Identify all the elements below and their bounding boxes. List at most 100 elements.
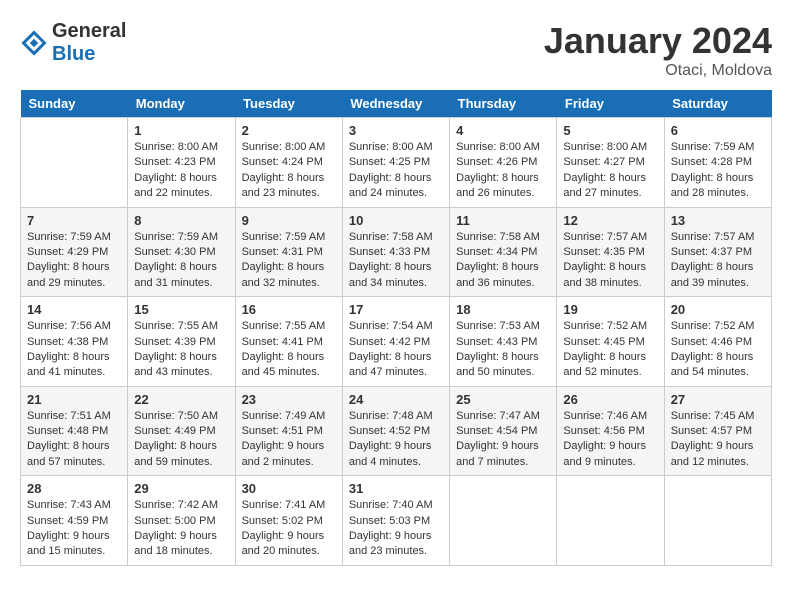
calendar-cell: 25 Sunrise: 7:47 AM Sunset: 4:54 PM Dayli… — [450, 386, 557, 476]
calendar-cell: 21 Sunrise: 7:51 AM Sunset: 4:48 PM Dayli… — [21, 386, 128, 476]
day-number: 31 — [349, 481, 443, 496]
day-number: 24 — [349, 392, 443, 407]
calendar-cell: 5 Sunrise: 8:00 AM Sunset: 4:27 PM Daylig… — [557, 118, 664, 208]
cell-info: Sunrise: 7:50 AM Sunset: 4:49 PM Dayligh… — [134, 409, 228, 471]
cell-info: Sunrise: 7:52 AM Sunset: 4:45 PM Dayligh… — [563, 319, 657, 381]
cell-info: Sunrise: 7:55 AM Sunset: 4:41 PM Dayligh… — [242, 319, 336, 381]
header-saturday: Saturday — [664, 90, 771, 118]
calendar-cell: 12 Sunrise: 7:57 AM Sunset: 4:35 PM Dayli… — [557, 207, 664, 297]
week-row-1: 7 Sunrise: 7:59 AM Sunset: 4:29 PM Daylig… — [21, 207, 772, 297]
day-number: 29 — [134, 481, 228, 496]
cell-info: Sunrise: 7:49 AM Sunset: 4:51 PM Dayligh… — [242, 409, 336, 471]
day-number: 18 — [456, 302, 550, 317]
cell-info: Sunrise: 7:54 AM Sunset: 4:42 PM Dayligh… — [349, 319, 443, 381]
cell-info: Sunrise: 7:57 AM Sunset: 4:35 PM Dayligh… — [563, 230, 657, 292]
calendar-cell: 28Sunrise: 7:43 AM Sunset: 4:59 PM Dayli… — [21, 476, 128, 566]
day-number: 30 — [242, 481, 336, 496]
week-row-4: 28Sunrise: 7:43 AM Sunset: 4:59 PM Dayli… — [21, 476, 772, 566]
cell-info: Sunrise: 7:58 AM Sunset: 4:34 PM Dayligh… — [456, 230, 550, 292]
cell-info: Sunrise: 7:45 AM Sunset: 4:57 PM Dayligh… — [671, 409, 765, 471]
calendar-cell — [664, 476, 771, 566]
day-number: 16 — [242, 302, 336, 317]
week-row-0: 1Sunrise: 8:00 AM Sunset: 4:23 PM Daylig… — [21, 118, 772, 208]
header-tuesday: Tuesday — [235, 90, 342, 118]
day-number: 7 — [27, 213, 121, 228]
header-wednesday: Wednesday — [342, 90, 449, 118]
cell-info: Sunrise: 7:48 AM Sunset: 4:52 PM Dayligh… — [349, 409, 443, 471]
header-monday: Monday — [128, 90, 235, 118]
day-number: 25 — [456, 392, 550, 407]
calendar-cell: 9 Sunrise: 7:59 AM Sunset: 4:31 PM Daylig… — [235, 207, 342, 297]
calendar-cell: 15 Sunrise: 7:55 AM Sunset: 4:39 PM Dayli… — [128, 297, 235, 387]
cell-info: Sunrise: 7:41 AM Sunset: 5:02 PM Dayligh… — [242, 498, 336, 560]
cell-info: Sunrise: 7:40 AM Sunset: 5:03 PM Dayligh… — [349, 498, 443, 560]
cell-info: Sunrise: 8:00 AM Sunset: 4:24 PM Dayligh… — [242, 140, 336, 202]
day-number: 11 — [456, 213, 550, 228]
day-number: 10 — [349, 213, 443, 228]
cell-info: Sunrise: 7:59 AM Sunset: 4:28 PM Dayligh… — [671, 140, 765, 202]
calendar-cell: 16 Sunrise: 7:55 AM Sunset: 4:41 PM Dayli… — [235, 297, 342, 387]
title-block: January 2024 Otaci, Moldova — [544, 20, 772, 80]
header-row: SundayMondayTuesdayWednesdayThursdayFrid… — [21, 90, 772, 118]
calendar-cell — [450, 476, 557, 566]
cell-info: Sunrise: 7:56 AM Sunset: 4:38 PM Dayligh… — [27, 319, 121, 381]
month-title: January 2024 — [544, 20, 772, 62]
calendar-cell: 10 Sunrise: 7:58 AM Sunset: 4:33 PM Dayli… — [342, 207, 449, 297]
cell-info: Sunrise: 7:58 AM Sunset: 4:33 PM Dayligh… — [349, 230, 443, 292]
cell-info: Sunrise: 8:00 AM Sunset: 4:27 PM Dayligh… — [563, 140, 657, 202]
day-number: 22 — [134, 392, 228, 407]
calendar-cell: 19Sunrise: 7:52 AM Sunset: 4:45 PM Dayli… — [557, 297, 664, 387]
cell-info: Sunrise: 7:59 AM Sunset: 4:30 PM Dayligh… — [134, 230, 228, 292]
calendar-cell: 26 Sunrise: 7:46 AM Sunset: 4:56 PM Dayli… — [557, 386, 664, 476]
calendar-cell: 31 Sunrise: 7:40 AM Sunset: 5:03 PM Dayli… — [342, 476, 449, 566]
day-number: 9 — [242, 213, 336, 228]
day-number: 26 — [563, 392, 657, 407]
cell-info: Sunrise: 7:46 AM Sunset: 4:56 PM Dayligh… — [563, 409, 657, 471]
calendar-cell: 18 Sunrise: 7:53 AM Sunset: 4:43 PM Dayli… — [450, 297, 557, 387]
calendar-table: SundayMondayTuesdayWednesdayThursdayFrid… — [20, 90, 772, 566]
day-number: 12 — [563, 213, 657, 228]
calendar-cell: 13 Sunrise: 7:57 AM Sunset: 4:37 PM Dayli… — [664, 207, 771, 297]
cell-info: Sunrise: 8:00 AM Sunset: 4:26 PM Dayligh… — [456, 140, 550, 202]
calendar-cell: 8 Sunrise: 7:59 AM Sunset: 4:30 PM Daylig… — [128, 207, 235, 297]
cell-info: Sunrise: 7:47 AM Sunset: 4:54 PM Dayligh… — [456, 409, 550, 471]
calendar-cell: 7 Sunrise: 7:59 AM Sunset: 4:29 PM Daylig… — [21, 207, 128, 297]
cell-info: Sunrise: 7:59 AM Sunset: 4:29 PM Dayligh… — [27, 230, 121, 292]
day-number: 8 — [134, 213, 228, 228]
week-row-3: 21 Sunrise: 7:51 AM Sunset: 4:48 PM Dayli… — [21, 386, 772, 476]
calendar-cell: 24 Sunrise: 7:48 AM Sunset: 4:52 PM Dayli… — [342, 386, 449, 476]
header-sunday: Sunday — [21, 90, 128, 118]
day-number: 27 — [671, 392, 765, 407]
day-number: 15 — [134, 302, 228, 317]
cell-info: Sunrise: 8:00 AM Sunset: 4:23 PM Dayligh… — [134, 140, 228, 202]
day-number: 14 — [27, 302, 121, 317]
calendar-cell: 22 Sunrise: 7:50 AM Sunset: 4:49 PM Dayli… — [128, 386, 235, 476]
cell-info: Sunrise: 7:52 AM Sunset: 4:46 PM Dayligh… — [671, 319, 765, 381]
calendar-cell: 23Sunrise: 7:49 AM Sunset: 4:51 PM Dayli… — [235, 386, 342, 476]
day-number: 21 — [27, 392, 121, 407]
cell-info: Sunrise: 7:51 AM Sunset: 4:48 PM Dayligh… — [27, 409, 121, 471]
calendar-cell: 27 Sunrise: 7:45 AM Sunset: 4:57 PM Dayli… — [664, 386, 771, 476]
week-row-2: 14 Sunrise: 7:56 AM Sunset: 4:38 PM Dayli… — [21, 297, 772, 387]
cell-info: Sunrise: 7:57 AM Sunset: 4:37 PM Dayligh… — [671, 230, 765, 292]
calendar-cell: 4 Sunrise: 8:00 AM Sunset: 4:26 PM Daylig… — [450, 118, 557, 208]
day-number: 13 — [671, 213, 765, 228]
cell-info: Sunrise: 7:59 AM Sunset: 4:31 PM Dayligh… — [242, 230, 336, 292]
calendar-cell: 2 Sunrise: 8:00 AM Sunset: 4:24 PM Daylig… — [235, 118, 342, 208]
calendar-cell: 14 Sunrise: 7:56 AM Sunset: 4:38 PM Dayli… — [21, 297, 128, 387]
header-friday: Friday — [557, 90, 664, 118]
day-number: 17 — [349, 302, 443, 317]
logo: General Blue — [20, 20, 126, 66]
day-number: 6 — [671, 123, 765, 138]
cell-info: Sunrise: 7:55 AM Sunset: 4:39 PM Dayligh… — [134, 319, 228, 381]
cell-info: Sunrise: 7:53 AM Sunset: 4:43 PM Dayligh… — [456, 319, 550, 381]
header-thursday: Thursday — [450, 90, 557, 118]
day-number: 20 — [671, 302, 765, 317]
calendar-cell — [21, 118, 128, 208]
cell-info: Sunrise: 7:42 AM Sunset: 5:00 PM Dayligh… — [134, 498, 228, 560]
calendar-cell: 6 Sunrise: 7:59 AM Sunset: 4:28 PM Daylig… — [664, 118, 771, 208]
day-number: 2 — [242, 123, 336, 138]
day-number: 5 — [563, 123, 657, 138]
day-number: 4 — [456, 123, 550, 138]
day-number: 28 — [27, 481, 121, 496]
